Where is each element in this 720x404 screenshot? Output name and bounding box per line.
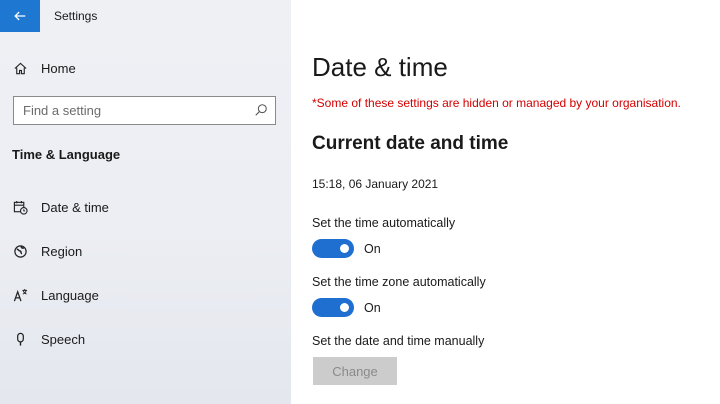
sidebar: Settings Home Time & Language Date & tim…	[0, 0, 291, 404]
auto-time-toggle[interactable]	[312, 239, 354, 258]
sidebar-item-region[interactable]: Region	[12, 241, 82, 261]
sidebar-section-title: Time & Language	[12, 147, 121, 162]
section-title: Current date and time	[312, 133, 509, 154]
page-title: Date & time	[312, 52, 448, 82]
search-box[interactable]	[13, 96, 276, 125]
auto-time-state: On	[364, 241, 381, 256]
change-button[interactable]: Change	[313, 357, 397, 385]
auto-time-label: Set the time automatically	[312, 216, 456, 230]
microphone-icon	[12, 331, 28, 347]
search-icon[interactable]	[254, 103, 268, 117]
manual-time-label: Set the date and time manually	[312, 334, 485, 348]
current-datetime: 15:18, 06 January 2021	[312, 177, 439, 191]
auto-timezone-label: Set the time zone automatically	[312, 275, 486, 289]
globe-icon	[12, 243, 28, 259]
main-content: Date & time *Some of these settings are …	[291, 0, 720, 404]
sidebar-item-label: Language	[41, 287, 99, 303]
title-bar: Settings	[0, 0, 291, 32]
nav-home[interactable]: Home	[12, 58, 76, 78]
language-icon	[12, 287, 28, 303]
sidebar-item-label: Date & time	[41, 199, 109, 215]
auto-timezone-state: On	[364, 300, 381, 315]
nav-home-label: Home	[41, 60, 76, 76]
sidebar-item-label: Speech	[41, 331, 86, 347]
app-title: Settings	[54, 9, 98, 23]
home-icon	[12, 60, 28, 76]
back-button[interactable]	[0, 0, 40, 32]
sidebar-item-speech[interactable]: Speech	[12, 329, 85, 349]
auto-time-row: On	[312, 239, 381, 258]
search-input[interactable]	[23, 103, 243, 118]
auto-timezone-row: On	[312, 298, 381, 317]
toggle-knob	[340, 244, 349, 253]
sidebar-item-language[interactable]: Language	[12, 285, 99, 305]
back-arrow-icon	[14, 11, 26, 21]
toggle-knob	[340, 303, 349, 312]
auto-timezone-toggle[interactable]	[312, 298, 354, 317]
calendar-clock-icon	[12, 199, 28, 215]
sidebar-item-date-time[interactable]: Date & time	[12, 197, 109, 217]
sidebar-item-label: Region	[41, 243, 83, 259]
policy-warning: *Some of these settings are hidden or ma…	[312, 96, 681, 110]
